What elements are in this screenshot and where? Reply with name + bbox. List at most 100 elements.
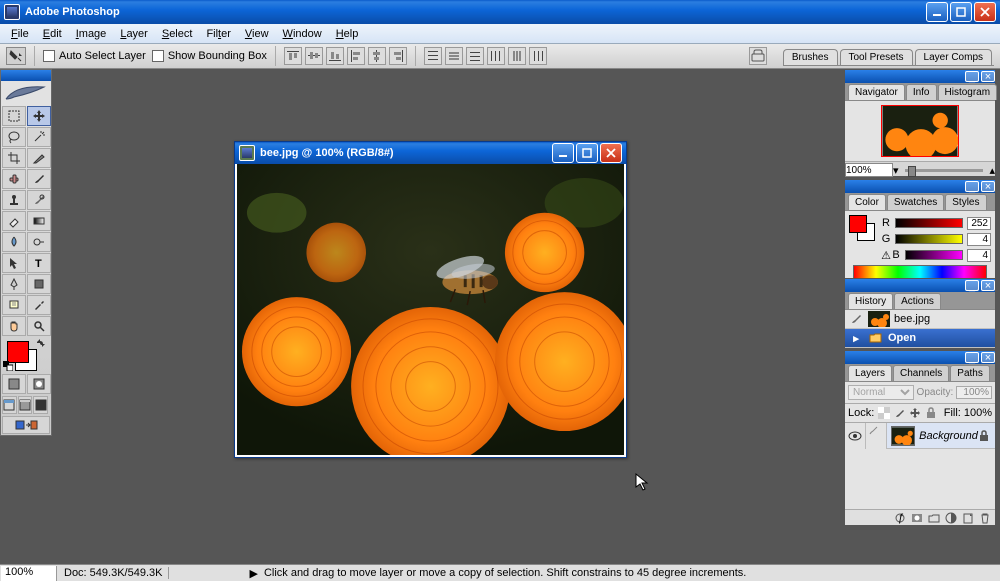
align-hcenter-icon[interactable] bbox=[368, 47, 386, 65]
panel-close-icon[interactable]: × bbox=[981, 352, 995, 363]
menu-edit[interactable]: Edit bbox=[36, 26, 69, 42]
align-right-icon[interactable] bbox=[389, 47, 407, 65]
crop-tool[interactable] bbox=[2, 148, 26, 168]
align-vcenter-icon[interactable] bbox=[305, 47, 323, 65]
tab-swatches[interactable]: Swatches bbox=[887, 194, 944, 210]
history-item[interactable]: ▸ Open bbox=[845, 329, 995, 348]
shape-tool[interactable] bbox=[27, 274, 51, 294]
eyedropper-tool[interactable] bbox=[27, 295, 51, 315]
screenmode-full-icon[interactable] bbox=[33, 396, 48, 414]
menu-layer[interactable]: Layer bbox=[113, 26, 155, 42]
layer-visibility-icon[interactable] bbox=[845, 423, 866, 449]
doc-minimize-button[interactable] bbox=[552, 143, 574, 163]
tab-layers[interactable]: Layers bbox=[848, 365, 892, 381]
tab-styles[interactable]: Styles bbox=[945, 194, 986, 210]
panel-minimize-icon[interactable]: _ bbox=[965, 71, 979, 82]
lock-transparency-icon[interactable] bbox=[877, 406, 890, 420]
toolbox-header[interactable] bbox=[1, 70, 51, 81]
slice-tool[interactable] bbox=[27, 148, 51, 168]
screenmode-standard-icon[interactable] bbox=[2, 396, 17, 414]
panel-minimize-icon[interactable]: _ bbox=[965, 181, 979, 192]
lasso-tool[interactable] bbox=[2, 127, 26, 147]
status-doc-info[interactable]: Doc: 549.3K/549.3K bbox=[58, 567, 169, 579]
layer-name[interactable]: Background bbox=[919, 430, 978, 442]
zoom-tool[interactable] bbox=[27, 316, 51, 336]
swap-colors-icon[interactable] bbox=[35, 339, 45, 349]
blur-tool[interactable] bbox=[2, 232, 26, 252]
path-select-tool[interactable] bbox=[2, 253, 26, 273]
red-slider[interactable] bbox=[895, 218, 963, 228]
default-colors-icon[interactable] bbox=[3, 361, 13, 371]
navigator-zoom-input[interactable] bbox=[845, 163, 893, 177]
jump-to-imageready-icon[interactable] bbox=[2, 416, 50, 434]
hand-tool[interactable] bbox=[2, 316, 26, 336]
tool-preset-picker[interactable] bbox=[6, 47, 26, 65]
dist-hcenter-icon[interactable] bbox=[508, 47, 526, 65]
color-picker[interactable] bbox=[1, 337, 51, 373]
dock-tab-brushes[interactable]: Brushes bbox=[783, 49, 838, 65]
gamut-warning-icon[interactable]: ⚠ bbox=[881, 250, 891, 260]
marquee-tool[interactable] bbox=[2, 106, 26, 126]
navigator-zoom-slider[interactable] bbox=[905, 169, 984, 172]
document-window[interactable]: bee.jpg @ 100% (RGB/8#) bbox=[234, 141, 627, 458]
layer-set-icon[interactable] bbox=[927, 512, 941, 524]
align-left-icon[interactable] bbox=[347, 47, 365, 65]
history-brush-source-icon[interactable] bbox=[848, 311, 864, 327]
show-bounding-box-checkbox[interactable]: Show Bounding Box bbox=[152, 50, 267, 62]
history-brush-tool[interactable] bbox=[27, 190, 51, 210]
maximize-button[interactable] bbox=[950, 2, 972, 22]
panel-minimize-icon[interactable]: _ bbox=[965, 280, 979, 291]
layer-style-icon[interactable]: ƒ bbox=[893, 512, 907, 524]
eraser-tool[interactable] bbox=[2, 211, 26, 231]
dodge-tool[interactable] bbox=[27, 232, 51, 252]
status-zoom-input[interactable]: 100% bbox=[1, 566, 57, 581]
fill-input[interactable]: 100% bbox=[964, 407, 992, 419]
adjustment-layer-icon[interactable] bbox=[944, 512, 958, 524]
delete-layer-icon[interactable] bbox=[978, 512, 992, 524]
layer-mask-icon[interactable] bbox=[910, 512, 924, 524]
screenmode-fullmenu-icon[interactable] bbox=[18, 396, 33, 414]
brush-tool[interactable] bbox=[27, 169, 51, 189]
blue-slider[interactable] bbox=[905, 250, 963, 260]
color-ramp[interactable] bbox=[853, 265, 987, 279]
move-tool[interactable] bbox=[27, 106, 51, 126]
navigator-thumbnail[interactable] bbox=[881, 105, 959, 157]
align-bottom-icon[interactable] bbox=[326, 47, 344, 65]
dist-top-icon[interactable] bbox=[424, 47, 442, 65]
lock-all-icon[interactable] bbox=[925, 406, 938, 420]
dock-tab-layer-comps[interactable]: Layer Comps bbox=[915, 49, 992, 65]
tab-color[interactable]: Color bbox=[848, 194, 886, 210]
panel-minimize-icon[interactable]: _ bbox=[965, 352, 979, 363]
menu-image[interactable]: Image bbox=[69, 26, 114, 42]
zoom-in-icon[interactable]: ▴ bbox=[989, 164, 995, 177]
status-menu-arrow-icon[interactable]: ▶ bbox=[249, 567, 257, 580]
doc-maximize-button[interactable] bbox=[576, 143, 598, 163]
menu-view[interactable]: View bbox=[238, 26, 276, 42]
layer-row[interactable]: Background bbox=[845, 423, 995, 449]
lock-image-icon[interactable] bbox=[893, 406, 906, 420]
dist-right-icon[interactable] bbox=[529, 47, 547, 65]
wand-tool[interactable] bbox=[27, 127, 51, 147]
panel-close-icon[interactable]: × bbox=[981, 280, 995, 291]
auto-select-layer-checkbox[interactable]: Auto Select Layer bbox=[43, 50, 146, 62]
menu-select[interactable]: Select bbox=[155, 26, 200, 42]
dist-left-icon[interactable] bbox=[487, 47, 505, 65]
opacity-input[interactable]: 100% bbox=[956, 386, 992, 399]
healing-tool[interactable] bbox=[2, 169, 26, 189]
tab-actions[interactable]: Actions bbox=[894, 293, 941, 309]
tab-histogram[interactable]: Histogram bbox=[938, 84, 998, 100]
blend-mode-select[interactable]: Normal bbox=[848, 385, 914, 400]
color-fg-bg-swatches[interactable] bbox=[849, 215, 879, 249]
dist-bottom-icon[interactable] bbox=[466, 47, 484, 65]
red-value[interactable]: 252 bbox=[967, 217, 991, 230]
menu-file[interactable]: File bbox=[4, 26, 36, 42]
type-tool[interactable]: T bbox=[27, 253, 51, 273]
layer-link-icon[interactable] bbox=[866, 423, 887, 449]
tab-paths[interactable]: Paths bbox=[950, 365, 990, 381]
panel-close-icon[interactable]: × bbox=[981, 71, 995, 82]
dock-tab-tool-presets[interactable]: Tool Presets bbox=[840, 49, 913, 65]
history-item[interactable]: bee.jpg bbox=[845, 310, 995, 329]
minimize-button[interactable] bbox=[926, 2, 948, 22]
menu-filter[interactable]: Filter bbox=[199, 26, 237, 42]
standard-mode-icon[interactable] bbox=[2, 374, 26, 394]
